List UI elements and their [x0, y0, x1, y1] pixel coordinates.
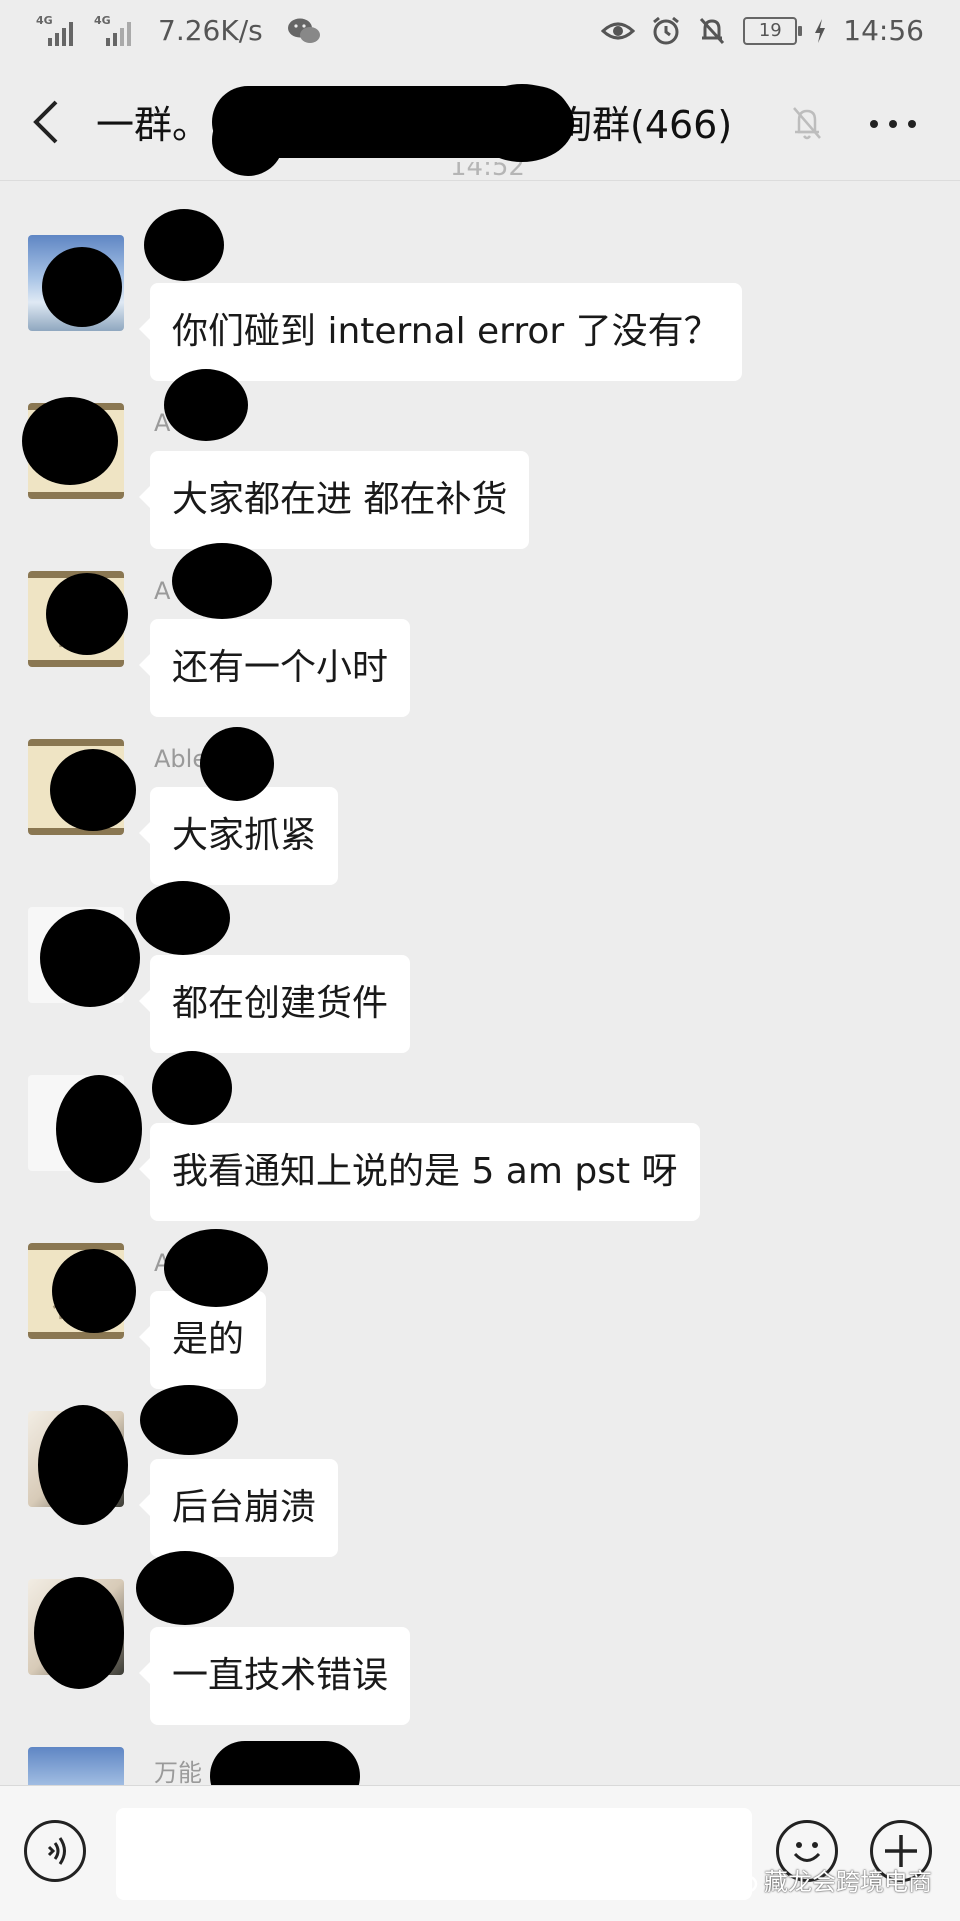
redaction-mark	[42, 247, 122, 327]
message-item: 你们碰到 internal error 了没有？	[0, 209, 960, 395]
back-arrow-icon[interactable]	[28, 98, 68, 146]
more-icon[interactable]	[868, 108, 918, 138]
clock: 14:56	[843, 14, 924, 47]
redaction-mark	[200, 727, 274, 801]
redaction-mark	[38, 1405, 128, 1525]
message-bubble[interactable]: 一直技术错误	[138, 1627, 411, 1725]
status-left: 4G 4G 7.26K/s	[36, 14, 321, 47]
redaction-mark	[56, 1075, 142, 1183]
redaction-mark	[46, 573, 128, 655]
sender-name: Able	[154, 745, 208, 773]
message-item: 我看通知上说的是 5 am pst 呀	[0, 1051, 960, 1235]
status-bar: 4G 4G 7.26K/s 19 14:56	[0, 0, 960, 64]
watermark: 藏龙会跨境电商	[722, 1862, 932, 1897]
message-item: 都在创建货件	[0, 881, 960, 1067]
message-item: 后台崩溃	[0, 1385, 960, 1571]
chat-title-end: 询群(466)	[554, 103, 733, 147]
redaction-mark	[136, 1551, 234, 1625]
eye-icon	[601, 22, 636, 39]
message-item: Able 大家抓紧	[0, 727, 960, 899]
sender-name: 万能	[154, 1759, 202, 1785]
message-item: A 还有一个小时	[0, 543, 960, 731]
message-bubble[interactable]: 都在创建货件	[138, 955, 411, 1053]
chat-input-bar	[0, 1785, 960, 1921]
message-bubble[interactable]: 大家抓紧	[138, 787, 339, 885]
signal-icon: 4G	[36, 14, 84, 46]
redaction-mark	[164, 1229, 268, 1307]
redaction-mark	[34, 1577, 124, 1689]
battery-icon: 19	[743, 16, 803, 45]
redaction-mark	[22, 397, 118, 485]
message-bubble[interactable]: 你们碰到 internal error 了没有？	[139, 283, 742, 381]
avatar[interactable]	[28, 1747, 124, 1785]
signal-icon: 4G	[94, 14, 142, 46]
redaction-mark	[470, 84, 574, 162]
wechat-icon	[287, 18, 320, 43]
redaction-mark	[210, 1741, 360, 1785]
alarm-icon	[653, 16, 680, 44]
message-bubble[interactable]: 后台崩溃	[138, 1459, 339, 1557]
redaction-mark	[152, 1051, 232, 1125]
redaction-mark	[144, 209, 224, 281]
message-bubble[interactable]: 还有一个小时	[138, 619, 411, 717]
redaction-mark	[50, 749, 136, 831]
message-item: 万能	[0, 1741, 960, 1785]
message-bubble[interactable]: 大家都在进 都在补货	[138, 451, 530, 549]
charging-icon	[815, 18, 826, 43]
message-item: A n 大家都在进 都在补货	[0, 369, 960, 563]
mute-bell-icon	[700, 17, 725, 44]
redaction-mark	[164, 369, 248, 441]
voice-icon[interactable]	[24, 1820, 86, 1882]
message-item: A 是的	[0, 1229, 960, 1403]
redaction-mark	[136, 881, 230, 955]
message-list[interactable]: 你们碰到 internal error 了没有？ A n 大家都在进 都在补货 …	[0, 181, 960, 1785]
message-bubble[interactable]: 我看通知上说的是 5 am pst 呀	[139, 1123, 700, 1221]
wechat-icon	[722, 1865, 758, 1893]
mute-bell-icon	[793, 107, 821, 140]
redaction-mark	[172, 543, 272, 619]
network-speed: 7.26K/s	[158, 14, 263, 47]
message-input[interactable]	[116, 1808, 752, 1900]
redaction-mark	[212, 104, 284, 176]
timestamp-peek: 14:52	[450, 162, 525, 182]
message-item: 一直技术错误	[0, 1551, 960, 1739]
status-right: 19 14:56	[601, 14, 924, 47]
sender-name: A	[154, 577, 171, 605]
redaction-mark	[52, 1249, 136, 1333]
redaction-mark	[140, 1385, 238, 1455]
redaction-mark	[40, 909, 140, 1007]
watermark-text: 藏龙会跨境电商	[764, 1868, 932, 1896]
chat-title-start: 一群。	[96, 103, 211, 147]
